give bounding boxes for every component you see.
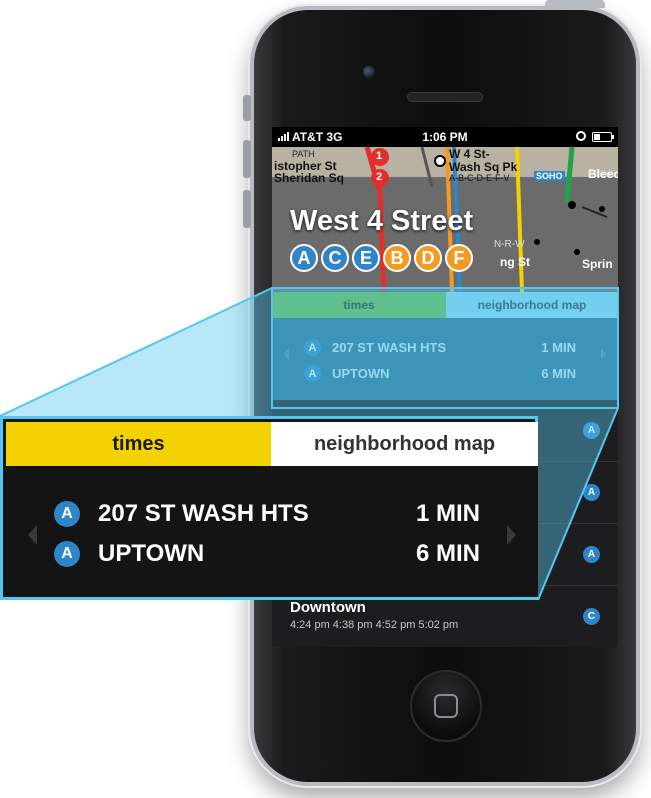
arrival-row[interactable]: A 207 ST WASH HTS 1 MIN [54,499,484,529]
volume-up-button [243,140,251,178]
arrival-row[interactable]: A 207 ST WASH HTS 1 MIN [304,338,584,358]
arrival-row[interactable]: A UPTOWN 6 MIN [304,364,584,384]
volume-down-button [243,190,251,228]
line-bullet-b[interactable]: B [383,244,411,272]
station-line-list: A C E B D F [290,244,473,272]
screen-tab-bar: times neighborhood map [272,292,618,318]
arrival-destination: UPTOWN [332,366,390,381]
prev-arrow-icon[interactable] [284,348,289,360]
line-bullet-e[interactable]: E [352,244,380,272]
line-bullet-d[interactable]: D [414,244,442,272]
line-bullet-c[interactable]: C [321,244,349,272]
map-label: N-R-W [494,239,525,250]
tab-neighborhood-map[interactable]: neighborhood map [271,422,538,466]
map-label: ng St [500,255,530,269]
map-line-number: 1 [376,150,383,162]
zoom-callout: times neighborhood map A 207 ST WASH HTS… [0,416,538,600]
arrival-destination: 207 ST WASH HTS [332,340,447,355]
arrival-eta: 6 MIN [415,540,480,567]
arrival-eta: 6 MIN [541,366,576,381]
map-label: Sprin [582,257,613,271]
arrival-destination: UPTOWN [98,540,205,567]
status-time: 1:06 PM [422,130,468,144]
next-arrow-icon[interactable] [601,348,606,360]
arrival-panel-small: A 207 ST WASH HTS 1 MIN A UPTOWN 6 MIN [272,318,618,400]
line-bullet-a[interactable]: A [290,244,318,272]
power-button [545,0,605,8]
line-bullet-icon: A [583,422,600,439]
arrival-row[interactable]: A UPTOWN 6 MIN [54,539,484,569]
tab-neighborhood-map-small[interactable]: neighborhood map [446,292,618,318]
schedule-times: 4:24 pm 4:38 pm 4:52 pm 5:02 pm [290,619,459,631]
mute-switch [243,95,251,121]
map-label: Bleec [588,167,618,181]
line-bullet-f[interactable]: F [445,244,473,272]
callout-tab-bar: times neighborhood map [6,422,538,474]
tab-times-small[interactable]: times [272,292,446,318]
station-title: West 4 Street [290,205,474,237]
line-bullet-icon: A [54,501,80,527]
home-button[interactable] [410,670,482,742]
line-bullet-icon: C [583,608,600,625]
subway-map[interactable]: PATH istopher St Sheridan Sq 1 2 W 4 St-… [272,147,618,292]
schedule-direction: Downtown [290,599,366,616]
front-camera [363,66,375,78]
map-label: Wash Sq Pk [449,160,518,174]
prev-arrow-icon[interactable] [28,525,37,545]
battery-icon [592,132,614,142]
line-bullet-icon: A [583,546,600,563]
map-label: W 4 St- [449,147,490,161]
map-line-number: 2 [376,171,383,183]
map-label: SOHO [534,171,565,181]
status-bar: AT&T 3G 1:06 PM [272,127,618,147]
tab-times[interactable]: times [6,422,271,474]
map-label: A-B-C-D-E-F-V [449,173,510,183]
line-bullet-icon: A [583,484,600,501]
line-bullet-icon: A [304,365,321,382]
rotation-lock-icon [576,131,586,141]
earpiece-speaker [407,92,483,102]
arrival-eta: 1 MIN [541,340,576,355]
map-label: PATH [292,149,315,159]
map-label: Sheridan Sq [274,171,345,185]
arrival-destination: 207 ST WASH HTS [98,500,309,527]
home-square-icon [434,694,458,718]
line-bullet-icon: A [54,541,80,567]
next-arrow-icon[interactable] [507,525,516,545]
line-bullet-icon: A [304,339,321,356]
arrival-panel: A 207 ST WASH HTS 1 MIN A UPTOWN 6 MIN [6,466,538,597]
arrival-eta: 1 MIN [415,500,480,527]
